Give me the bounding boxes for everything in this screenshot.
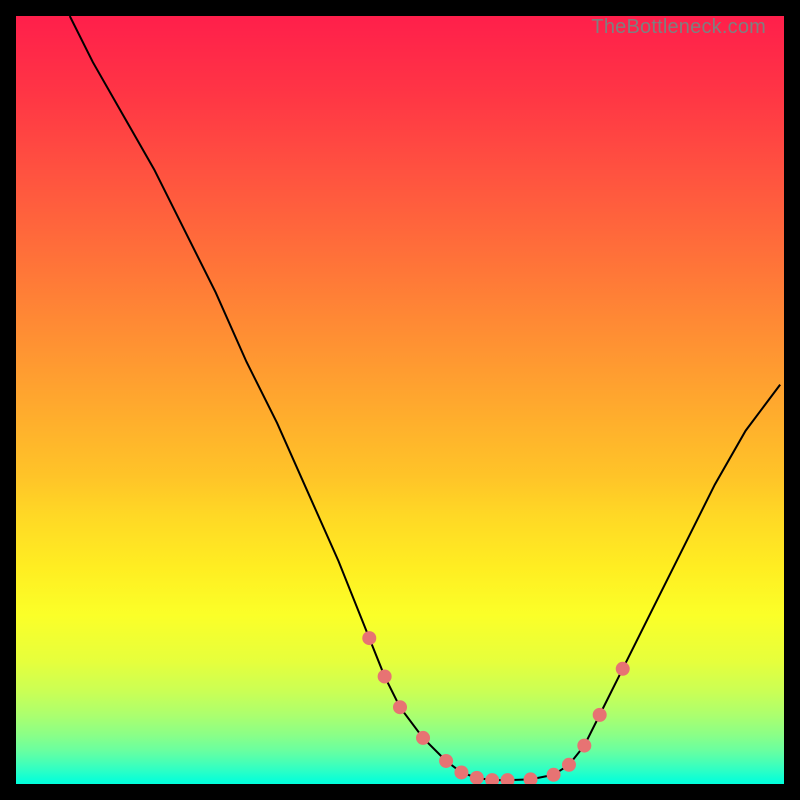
- highlight-dot: [593, 708, 607, 722]
- highlight-dot: [416, 731, 430, 745]
- highlight-dot: [439, 754, 453, 768]
- watermark-label: TheBottleneck.com: [591, 16, 766, 39]
- chart-plot: [16, 16, 784, 784]
- highlight-dot: [393, 700, 407, 714]
- highlight-dot: [577, 739, 591, 753]
- highlight-dot: [362, 631, 376, 645]
- highlight-dot: [547, 768, 561, 782]
- highlight-dot: [454, 765, 468, 779]
- highlight-dot: [562, 758, 576, 772]
- chart-frame: TheBottleneck.com: [16, 16, 784, 784]
- highlight-dot: [378, 669, 392, 683]
- highlight-dot: [616, 662, 630, 676]
